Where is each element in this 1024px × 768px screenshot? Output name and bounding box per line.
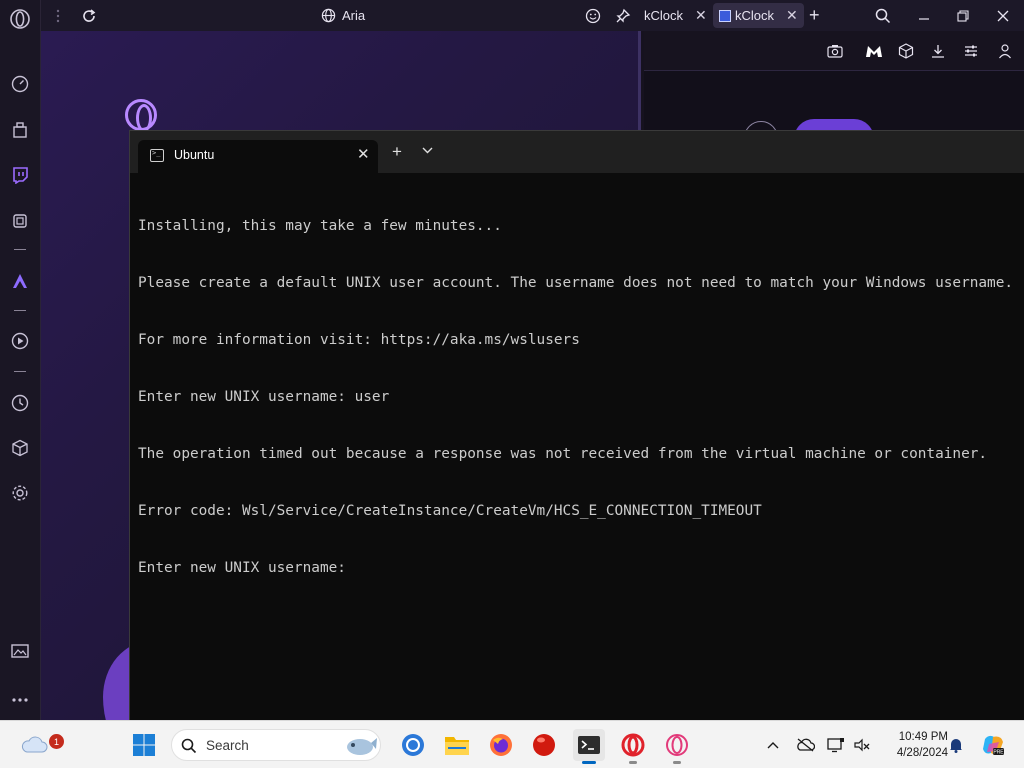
search-highlight-icon — [347, 738, 377, 755]
copilot-icon[interactable]: PRE — [980, 732, 1006, 758]
tab-label: kClock — [644, 8, 684, 23]
new-terminal-tab-button[interactable]: + — [392, 143, 402, 160]
system-clock[interactable]: 10:49 PM 4/28/2024 — [880, 729, 948, 761]
sidebar-separator — [14, 310, 26, 311]
page-toolbar — [644, 31, 1024, 71]
terminal-title-bar: Ubuntu ✕ + — [130, 131, 1024, 173]
tab-close-icon[interactable]: ✕ — [786, 7, 798, 24]
search-tabs-icon[interactable] — [875, 0, 891, 31]
drag-handle-icon[interactable] — [55, 0, 61, 31]
weather-widget[interactable]: 1 — [17, 727, 64, 761]
terminal-window: Ubuntu ✕ + Installing, this may take a f… — [129, 130, 1024, 720]
speed-dial-icon[interactable] — [9, 73, 31, 95]
tab-kclock-2[interactable]: kClock ✕ — [713, 3, 804, 28]
terminal-line: Error code: Wsl/Service/CreateInstance/C… — [138, 503, 762, 519]
aria-icon[interactable] — [9, 270, 31, 292]
terminal-line: Please create a default UNIX user accoun… — [138, 275, 1014, 291]
running-app-indicator — [629, 761, 637, 764]
settings-icon[interactable] — [9, 482, 31, 504]
display-icon[interactable] — [826, 735, 846, 755]
gallery-icon[interactable] — [9, 640, 31, 662]
terminal-tab-icon — [150, 149, 164, 162]
notification-bell-icon[interactable] — [946, 735, 966, 755]
extensions-icon[interactable] — [9, 119, 31, 141]
sidebar-separator — [14, 249, 26, 250]
player-icon[interactable] — [9, 330, 31, 352]
tab-close-icon[interactable]: ✕ — [357, 145, 370, 163]
close-window-icon[interactable] — [997, 0, 1009, 31]
ai-chip-icon[interactable] — [9, 210, 31, 232]
history-icon[interactable] — [9, 392, 31, 414]
twitch-icon[interactable] — [9, 164, 31, 186]
minimize-icon[interactable] — [918, 0, 930, 31]
cube-icon[interactable] — [896, 41, 916, 61]
opera-menu-icon[interactable] — [9, 8, 31, 30]
opera-icon[interactable] — [617, 729, 649, 764]
cube-icon[interactable] — [9, 437, 31, 459]
browser-top-bar: Aria kClock ✕ kClock ✕ + — [41, 0, 1024, 31]
terminal-output[interactable]: Installing, this may take a few minutes.… — [138, 179, 1018, 719]
more-icon[interactable] — [9, 689, 31, 711]
tab-label: kClock — [735, 8, 775, 23]
svg-text:PRE: PRE — [993, 750, 1004, 756]
restore-icon[interactable] — [957, 0, 969, 31]
start-icon[interactable] — [128, 729, 160, 761]
malwarebytes-icon[interactable] — [864, 41, 884, 61]
onedrive-offline-icon[interactable] — [795, 735, 815, 755]
terminal-line: Installing, this may take a few minutes.… — [138, 218, 502, 234]
chevron-down-icon[interactable] — [422, 145, 433, 157]
opera-sidebar — [0, 0, 41, 720]
snapshot-icon[interactable] — [825, 41, 845, 61]
emoji-icon[interactable] — [585, 0, 601, 31]
new-tab-button[interactable]: + — [809, 0, 820, 31]
globe-icon — [321, 8, 336, 23]
terminal-tab-title: Ubuntu — [174, 148, 215, 162]
terminal-line: For more information visit: https://aka.… — [138, 332, 580, 348]
reload-icon[interactable] — [81, 0, 97, 31]
terminal-icon[interactable] — [573, 729, 605, 764]
network-volume-icon[interactable] — [852, 735, 872, 755]
clock-date: 4/28/2024 — [896, 747, 948, 759]
clock-time: 10:49 PM — [898, 731, 948, 743]
terminal-line: The operation timed out because a respon… — [138, 446, 988, 462]
running-app-indicator — [673, 761, 681, 764]
terminal-line: Enter new UNIX username: — [138, 560, 346, 576]
address-bar[interactable]: Aria — [321, 0, 365, 31]
tab-kclock-1[interactable]: kClock ✕ — [638, 3, 713, 28]
file-explorer-icon[interactable] — [441, 729, 473, 761]
taskbar-search[interactable]: Search — [171, 729, 381, 761]
taskbar: 1 Search 10:49 PM 4/28/2024 PRE — [0, 720, 1024, 768]
active-app-indicator — [582, 761, 596, 764]
desktop: Aria kClock ✕ kClock ✕ + >_ Ubuntu ✕ + I… — [0, 0, 1024, 768]
terminal-line: Enter new UNIX username: user — [138, 389, 390, 405]
firefox-icon[interactable] — [485, 729, 517, 761]
opera-gx-icon[interactable] — [661, 729, 693, 764]
sidebar-separator — [14, 371, 26, 372]
cloud-icon — [21, 736, 48, 753]
opera-logo-icon — [125, 99, 157, 132]
red-ball-app-icon[interactable] — [528, 729, 560, 761]
search-placeholder: Search — [206, 738, 249, 753]
tab-favicon-icon — [719, 9, 731, 22]
pin-icon[interactable] — [615, 0, 631, 31]
tab-close-icon[interactable]: ✕ — [695, 7, 707, 24]
easy-setup-icon[interactable] — [961, 41, 981, 61]
chevron-up-icon[interactable] — [763, 735, 783, 755]
chrome-icon[interactable] — [397, 729, 429, 761]
tab-ubuntu[interactable]: Ubuntu ✕ — [138, 140, 378, 173]
notification-badge: 1 — [49, 734, 64, 749]
search-icon — [181, 738, 197, 754]
address-label: Aria — [342, 8, 366, 23]
profile-icon[interactable] — [995, 41, 1015, 61]
download-icon[interactable] — [928, 41, 948, 61]
